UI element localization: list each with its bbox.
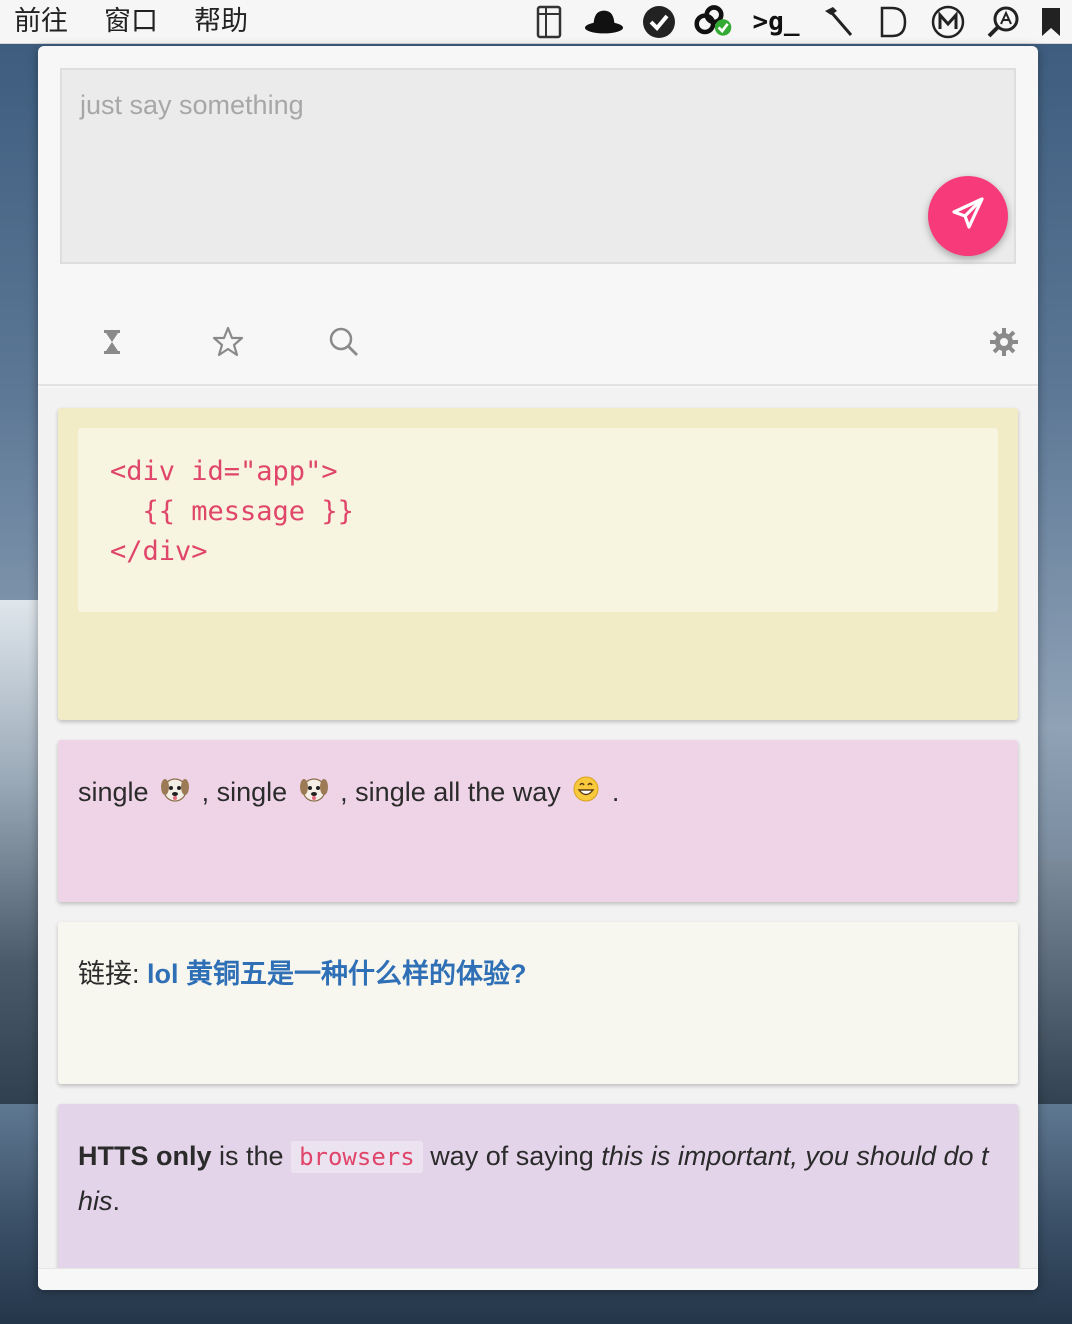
message-text: single , single , single all the way . bbox=[78, 760, 998, 816]
hourglass-icon[interactable] bbox=[92, 322, 132, 362]
hammer-icon[interactable] bbox=[818, 2, 858, 42]
text-segment: single bbox=[78, 777, 149, 807]
message-card-single[interactable]: single , single , single all the way . bbox=[58, 740, 1018, 902]
menu-help[interactable]: 帮助 bbox=[194, 0, 248, 44]
m-circle-icon[interactable] bbox=[928, 2, 968, 42]
message-card-link[interactable]: 链接: lol 黄铜五是一种什么样的体验? bbox=[58, 922, 1018, 1084]
message-link[interactable]: lol 黄铜五是一种什么样的体验? bbox=[147, 959, 527, 989]
text-segment: . bbox=[112, 1186, 121, 1216]
search-a-icon[interactable] bbox=[983, 2, 1023, 42]
menu-bar: 前往 窗口 帮助 >g_ bbox=[0, 0, 1072, 44]
gear-icon[interactable] bbox=[984, 322, 1024, 362]
app-panel: <div id="app"> {{ message }} </div> sing… bbox=[38, 46, 1038, 1290]
sidebar-icon[interactable] bbox=[529, 2, 569, 42]
desktop-background-right bbox=[1036, 860, 1072, 1120]
bold-text: HTTS only bbox=[78, 1141, 212, 1171]
checkmark-circle-icon[interactable] bbox=[639, 2, 679, 42]
text-segment: way of saying bbox=[430, 1141, 594, 1171]
cluster-check-icon[interactable] bbox=[694, 2, 734, 42]
search-icon[interactable] bbox=[324, 322, 364, 362]
link-label: 链接: bbox=[78, 959, 140, 989]
message-card-code[interactable]: <div id="app"> {{ message }} </div> bbox=[58, 408, 1018, 720]
message-text: 链接: lol 黄铜五是一种什么样的体验? bbox=[78, 942, 998, 996]
text-segment: , single all the way bbox=[340, 777, 561, 807]
menu-go[interactable]: 前往 bbox=[14, 0, 68, 44]
send-button[interactable] bbox=[928, 176, 1008, 256]
desktop-background-left bbox=[0, 600, 40, 1120]
menu-bar-tray: >g_ bbox=[514, 0, 1064, 44]
bookmark-icon[interactable] bbox=[1038, 2, 1064, 42]
code-block: <div id="app"> {{ message }} </div> bbox=[78, 428, 998, 612]
bowler-hat-icon[interactable] bbox=[584, 2, 624, 42]
text-segment: is the bbox=[219, 1141, 284, 1171]
paper-plane-icon bbox=[950, 196, 986, 237]
star-icon[interactable] bbox=[208, 322, 248, 362]
menu-window[interactable]: 窗口 bbox=[104, 0, 158, 44]
dog-face-icon bbox=[160, 772, 190, 816]
panel-footer bbox=[38, 1268, 1038, 1290]
text-segment: , single bbox=[201, 777, 288, 807]
inline-code: browsers bbox=[291, 1141, 423, 1173]
text-segment: . bbox=[611, 777, 620, 807]
message-text: HTTS only is the browsers way of saying … bbox=[78, 1124, 998, 1223]
toolbar bbox=[38, 302, 1038, 386]
d-letter-icon[interactable] bbox=[873, 2, 913, 42]
message-feed[interactable]: <div id="app"> {{ message }} </div> sing… bbox=[38, 388, 1038, 1268]
composer bbox=[60, 68, 1016, 264]
message-input[interactable] bbox=[62, 70, 1014, 262]
grinning-face-icon bbox=[572, 772, 600, 816]
message-card-https[interactable]: HTTS only is the browsers way of saying … bbox=[58, 1104, 1018, 1268]
dog-face-icon bbox=[299, 772, 329, 816]
terminal-g-icon[interactable]: >g_ bbox=[749, 2, 803, 42]
